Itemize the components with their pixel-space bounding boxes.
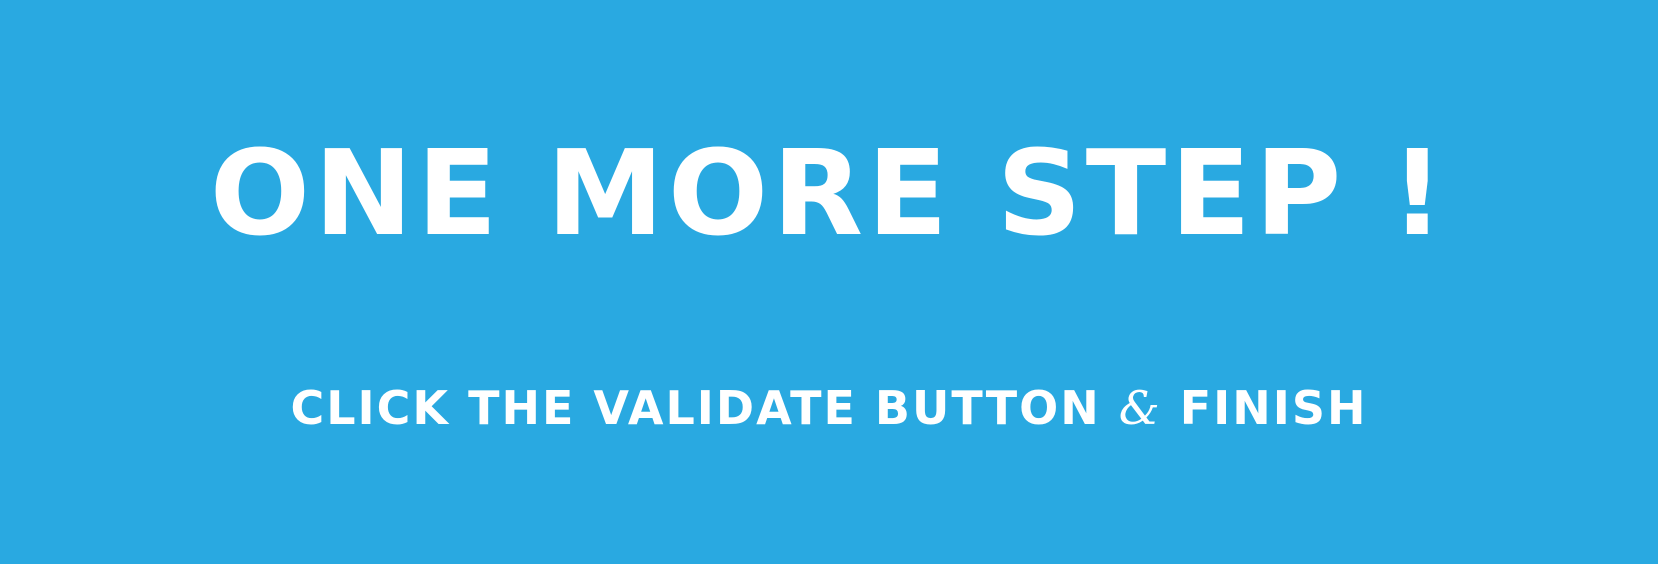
headline: ONE MORE STEP ! bbox=[209, 124, 1449, 262]
instruction-text: CLICK THE VALIDATE BUTTON & FINISH bbox=[0, 380, 1658, 436]
ampersand: & bbox=[1118, 381, 1162, 435]
instruction-main: CLICK THE VALIDATE BUTTON bbox=[290, 381, 1101, 435]
banner: ONE MORE STEP ! CLICK THE VALIDATE BUTTO… bbox=[0, 0, 1658, 564]
instruction-end: FINISH bbox=[1179, 381, 1368, 435]
